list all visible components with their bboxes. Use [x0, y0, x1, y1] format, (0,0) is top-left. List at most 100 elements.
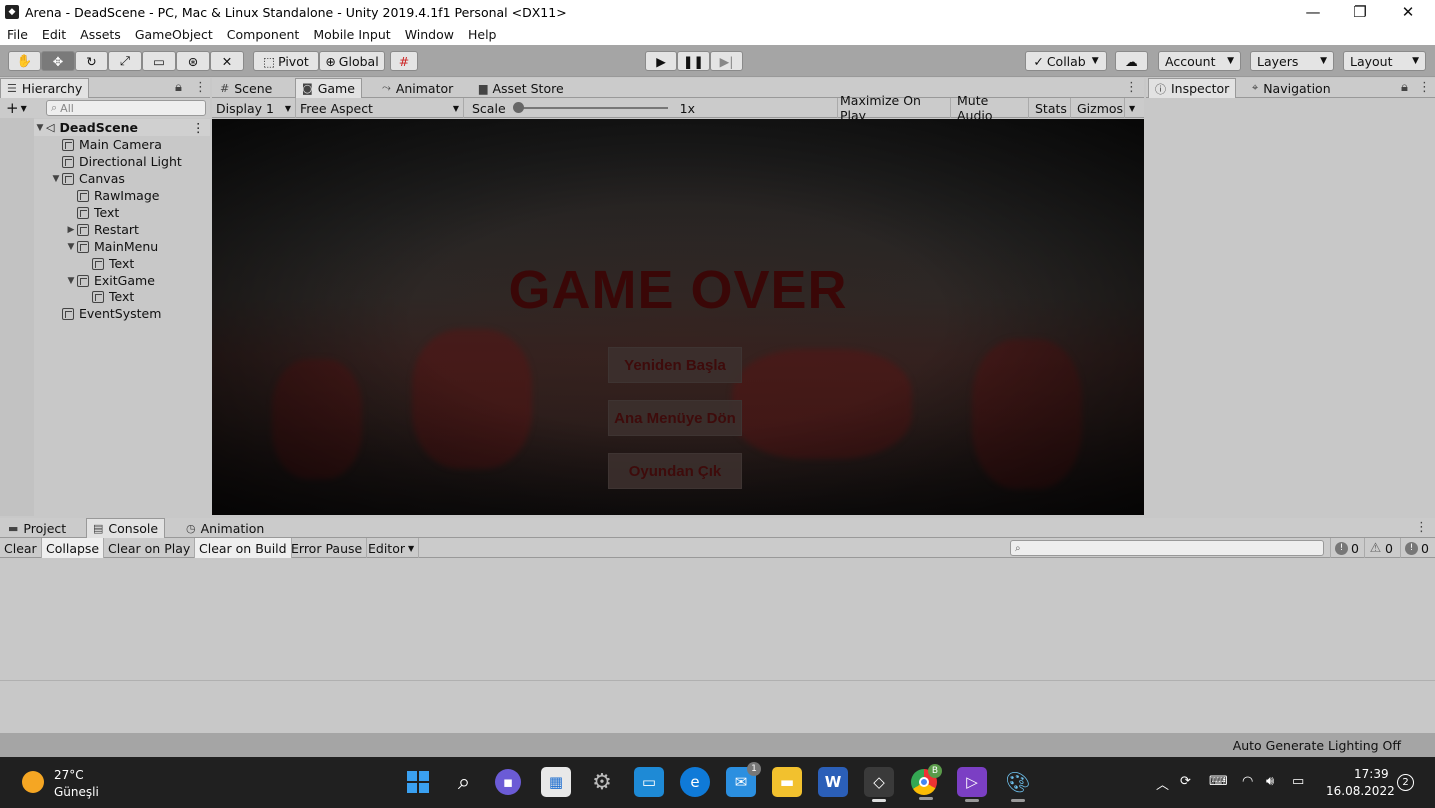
weather-temp[interactable]: 27°C [54, 768, 84, 782]
tab-console[interactable]: ▤ Console [86, 518, 166, 538]
menu-assets[interactable]: Assets [73, 27, 128, 42]
editor-dropdown[interactable]: Editor ▼ [364, 538, 420, 558]
paint-icon[interactable]: 🎨︎ [1003, 767, 1033, 802]
clear-button[interactable]: Clear [0, 538, 42, 558]
chevron-up-icon[interactable]: ︿ [1156, 774, 1169, 793]
move-tool-button[interactable]: ✥ [41, 51, 75, 71]
tree-item-restart[interactable]: ▶ Restart [65, 221, 139, 238]
unity-icon[interactable]: ◇ [864, 767, 894, 802]
play-button[interactable]: ▶ [645, 51, 677, 71]
stats-toggle[interactable]: Stats [1031, 98, 1071, 118]
menu-component[interactable]: Component [220, 27, 307, 42]
lock-icon[interactable]: 🔒︎ [1401, 80, 1408, 95]
collapse-arrow-icon[interactable]: ▶ [65, 225, 77, 235]
kebab-menu-icon[interactable]: ⋮ [1125, 80, 1138, 95]
start-icon[interactable] [403, 767, 433, 797]
expand-arrow-icon[interactable]: ▼ [65, 242, 77, 252]
chat-icon[interactable]: ▪ [495, 769, 521, 795]
hand-tool-button[interactable]: ✋ [8, 51, 41, 71]
menu-gameobject[interactable]: GameObject [128, 27, 220, 42]
kebab-menu-icon[interactable]: ⋮ [1418, 80, 1431, 95]
tab-project[interactable]: ▬ Project [2, 518, 72, 538]
kebab-menu-icon[interactable]: ⋮ [1415, 520, 1428, 535]
tree-item-eventsystem[interactable]: EventSystem [50, 305, 161, 322]
battery-icon[interactable]: ▭ [1292, 774, 1304, 789]
weather-desc[interactable]: Güneşli [54, 785, 99, 799]
console-search-input[interactable]: ⌕ [1010, 540, 1324, 556]
tree-item-canvas[interactable]: ▼ Canvas [50, 170, 125, 187]
global-toggle[interactable]: ⊕ Global [319, 51, 385, 71]
expand-arrow-icon[interactable]: ▼ [65, 276, 77, 286]
layout-dropdown[interactable]: Layout ▼ [1343, 51, 1426, 71]
clock-date[interactable]: 16.08.2022 [1326, 784, 1395, 798]
menu-file[interactable]: File [0, 27, 35, 42]
error-count[interactable]: ! 0 [1400, 538, 1433, 558]
word-icon[interactable]: W [818, 767, 848, 797]
chrome-icon[interactable]: B [911, 764, 942, 800]
restore-button[interactable]: ❐ [1337, 0, 1383, 24]
menu-mobile-input[interactable]: Mobile Input [306, 27, 397, 42]
tab-inspector[interactable]: ⓘ Inspector [1148, 78, 1237, 98]
menu-edit[interactable]: Edit [35, 27, 73, 42]
mail-icon[interactable]: ✉ 1 [726, 762, 761, 797]
tree-item-text[interactable]: Text [65, 204, 119, 221]
console-log-area[interactable] [0, 559, 1435, 733]
tab-scene[interactable]: # Scene [214, 78, 278, 98]
maximize-on-play-toggle[interactable]: Maximize On Play [836, 93, 951, 123]
tab-animator[interactable]: ⤳ Animator [376, 78, 459, 98]
scale-slider[interactable] [512, 102, 668, 113]
hierarchy-search-input[interactable]: ⌕ All [46, 100, 206, 116]
scale-tool-button[interactable]: ⤢ [108, 51, 142, 71]
edge-icon[interactable]: e [680, 767, 710, 797]
minimize-button[interactable]: — [1290, 0, 1336, 24]
sync-icon[interactable]: ⟳ [1180, 774, 1191, 789]
display-dropdown[interactable]: Display 1 ▼ [212, 98, 296, 118]
weather-sun-icon[interactable] [22, 771, 44, 793]
close-button[interactable]: ✕ [1385, 0, 1431, 24]
create-plus-icon[interactable]: + [6, 99, 19, 117]
layers-dropdown[interactable]: Layers ▼ [1250, 51, 1334, 71]
tree-item-directional-light[interactable]: Directional Light [50, 153, 182, 170]
rect-tool-button[interactable]: ▭ [142, 51, 176, 71]
snap-button[interactable]: # [390, 51, 418, 71]
pause-button[interactable]: ❚❚ [677, 51, 710, 71]
gizmos-dropdown[interactable]: ▼ [1125, 98, 1144, 118]
pivot-toggle[interactable]: ⬚ Pivot [253, 51, 319, 71]
store-icon[interactable]: ▦ [541, 767, 571, 797]
tree-item-text[interactable]: Text [80, 288, 134, 305]
step-button[interactable]: ▶| [710, 51, 743, 71]
transform-tool-button[interactable]: ⊛ [176, 51, 210, 71]
error-pause-toggle[interactable]: Error Pause [287, 538, 368, 558]
file-explorer-icon[interactable]: ▬ [772, 767, 802, 797]
tab-hierarchy[interactable]: ☰ Hierarchy [0, 78, 90, 98]
kebab-menu-icon[interactable]: ⋮ [194, 80, 207, 95]
monitor-icon[interactable]: ▭ [634, 767, 664, 797]
tree-item-main-camera[interactable]: Main Camera [50, 136, 162, 153]
tab-animation[interactable]: ◷ Animation [180, 518, 270, 538]
settings-icon[interactable]: ⚙ [587, 767, 617, 797]
search-icon[interactable]: ⌕ [449, 767, 479, 797]
menu-window[interactable]: Window [398, 27, 461, 42]
notification-count[interactable]: 2 [1397, 774, 1414, 791]
menu-help[interactable]: Help [461, 27, 504, 42]
tab-game[interactable]: ◙ Game [295, 78, 362, 98]
scene-row[interactable]: ▼ ◁ DeadScene ⋮ [34, 119, 210, 136]
tree-item-mainmenu[interactable]: ▼ MainMenu [65, 238, 159, 255]
cloud-button[interactable]: ☁ [1115, 51, 1148, 71]
restart-button[interactable]: Yeniden Başla [608, 347, 742, 383]
tree-item-rawimage[interactable]: RawImage [65, 187, 159, 204]
clock-time[interactable]: 17:39 [1354, 767, 1389, 781]
tab-asset-store[interactable]: ▆ Asset Store [473, 78, 570, 98]
wifi-icon[interactable]: ◠ [1242, 774, 1253, 789]
visual-studio-icon[interactable]: ▷ [957, 767, 987, 802]
collapse-toggle[interactable]: Collapse [42, 538, 105, 558]
warning-count[interactable]: ⚠ 0 [1364, 538, 1397, 558]
expand-arrow-icon[interactable]: ▼ [50, 174, 62, 184]
log-count[interactable]: ! 0 [1330, 538, 1363, 558]
keyboard-icon[interactable]: ⌨ [1209, 774, 1228, 789]
main-menu-button[interactable]: Ana Menüye Dön [608, 400, 742, 436]
mute-audio-toggle[interactable]: Mute Audio [953, 93, 1029, 123]
rotate-tool-button[interactable]: ↻ [75, 51, 108, 71]
tree-item-exitgame[interactable]: ▼ ExitGame [65, 272, 155, 289]
exit-game-button[interactable]: Oyundan Çık [608, 453, 742, 489]
